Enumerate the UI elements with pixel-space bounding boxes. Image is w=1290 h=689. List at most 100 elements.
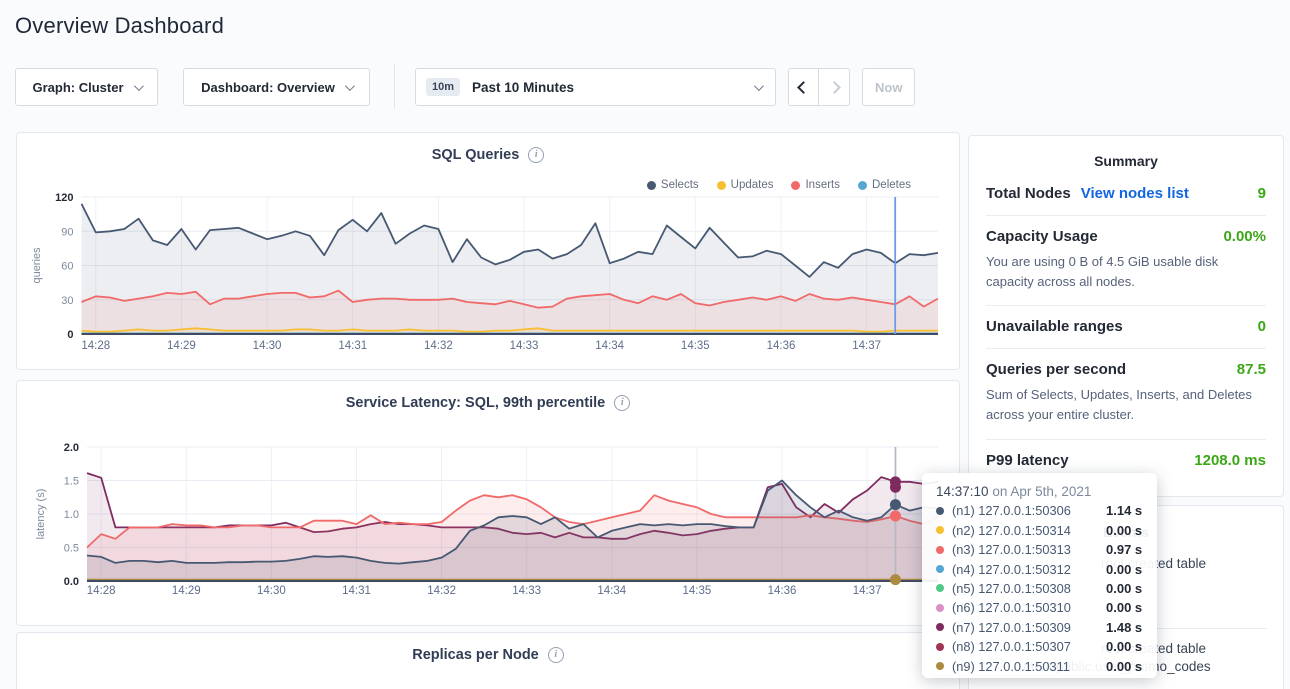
summary-row-description: Sum of Selects, Updates, Inserts, and De… [986,378,1266,425]
tooltip-node-row: (n1) 127.0.0.1:50306 1.14 s [936,503,1143,518]
tooltip-node-address: (n1) 127.0.0.1:50306 [952,503,1098,518]
svg-text:0: 0 [67,329,73,341]
graph-dropdown[interactable]: Graph: Cluster [15,68,158,106]
tooltip-node-address: (n2) 127.0.0.1:50314 [952,523,1098,538]
svg-text:14:29: 14:29 [172,585,201,597]
svg-text:14:35: 14:35 [681,340,710,352]
summary-row-value: 1208.0 ms [1194,452,1266,469]
svg-text:2.0: 2.0 [64,442,79,454]
tooltip-node-value: 1.14 s [1106,503,1142,518]
chart-hover-tooltip: 14:37:10 on Apr 5th, 2021 (n1) 127.0.0.1… [922,473,1157,678]
svg-text:14:34: 14:34 [597,585,626,597]
tooltip-node-row: (n7) 127.0.0.1:50309 1.48 s [936,620,1143,635]
svg-text:14:36: 14:36 [767,340,796,352]
series-color-dot-icon [936,565,944,573]
series-color-dot-icon [936,526,944,534]
tooltip-node-row: (n4) 127.0.0.1:50312 0.00 s [936,562,1143,577]
tooltip-node-value: 1.48 s [1106,620,1142,635]
svg-text:30: 30 [61,295,73,307]
tooltip-node-row: (n3) 127.0.0.1:50313 0.97 s [936,542,1143,557]
summary-row: Capacity Usage 0.00%You are using 0 B of … [986,216,1266,306]
tooltip-node-address: (n8) 127.0.0.1:50307 [952,639,1098,654]
sql-queries-chart[interactable]: 14:2814:2914:3014:3114:3214:3314:3414:35… [17,133,961,371]
tooltip-node-address: (n3) 127.0.0.1:50313 [952,542,1098,557]
tooltip-node-row: (n2) 127.0.0.1:503140.00 s [936,523,1143,538]
summary-row-label: Total Nodes [986,185,1071,202]
chevron-down-icon [754,81,764,91]
now-button[interactable]: Now [862,68,915,106]
tooltip-node-value: 0.00 s [1106,639,1142,654]
svg-text:0.5: 0.5 [64,543,79,555]
summary-heading: Summary [986,136,1266,173]
svg-text:14:32: 14:32 [427,585,456,597]
svg-text:14:33: 14:33 [510,340,539,352]
svg-text:14:37: 14:37 [852,340,881,352]
svg-text:14:31: 14:31 [338,340,367,352]
tooltip-node-address: (n4) 127.0.0.1:50312 [952,562,1098,577]
graph-dropdown-label: Graph: Cluster [32,80,123,95]
tooltip-node-value: 0.97 s [1106,542,1142,557]
summary-row-description: You are using 0 B of 4.5 GiB usable disk… [986,245,1266,292]
replicas-per-node-chart-title: Replicas per Node i [17,647,959,663]
summary-row-label: Queries per second [986,361,1126,378]
time-next-button[interactable] [819,68,850,106]
chevron-down-icon [345,81,355,91]
info-icon[interactable]: i [548,647,564,663]
service-latency-chart[interactable]: 14:28 14:29 14:30 14:31 14:32 14:33 14:34 14:35… [17,381,961,627]
summary-row-value: 0 [1258,318,1266,335]
dashboard-dropdown-label: Dashboard: Overview [201,80,335,95]
view-nodes-list-link[interactable]: View nodes list [1081,185,1189,202]
svg-text:120: 120 [55,192,73,204]
svg-text:14:28: 14:28 [87,585,116,597]
svg-text:0.0: 0.0 [64,576,79,588]
tooltip-node-value: 0.00 s [1106,659,1142,674]
chevron-right-icon [828,81,841,94]
tooltip-node-row: (n6) 127.0.0.1:503100.00 s [936,600,1143,615]
tooltip-node-address: (n7) 127.0.0.1:50309 [952,620,1098,635]
summary-row: Total Nodes View nodes list 9 [986,173,1266,216]
toolbar-divider [394,64,395,109]
summary-row: Unavailable ranges 0 [986,306,1266,349]
tooltip-node-row: (n8) 127.0.0.1:50307 0.00 s [936,639,1143,654]
svg-text:14:34: 14:34 [595,340,624,352]
replicas-per-node-chart-card: Replicas per Node i [16,632,960,689]
overview-dashboard-page: Overview Dashboard Graph: Cluster Dashbo… [0,0,1290,689]
tooltip-node-address: (n5) 127.0.0.1:50308 [952,581,1098,596]
tooltip-node-value: 0.00 s [1106,562,1142,577]
svg-text:14:32: 14:32 [424,340,453,352]
svg-text:14:31: 14:31 [342,585,371,597]
tooltip-node-row: (n9) 127.0.0.1:50311 0.00 s [936,659,1143,674]
dashboard-dropdown[interactable]: Dashboard: Overview [183,68,370,106]
series-color-dot-icon [936,584,944,592]
svg-text:queries: queries [31,247,43,284]
service-latency-chart-card: Service Latency: SQL, 99th percentile i … [16,380,960,626]
summary-row-label: P99 latency [986,452,1069,469]
svg-text:1.0: 1.0 [64,509,79,521]
time-pager [788,68,850,106]
summary-row: Queries per second87.5Sum of Selects, Up… [986,349,1266,439]
summary-row-label: Unavailable ranges [986,318,1123,335]
time-range-picker[interactable]: 10m Past 10 Minutes [415,68,776,106]
tooltip-node-value: 0.00 s [1106,581,1142,596]
tooltip-node-value: 0.00 s [1106,600,1142,615]
page-title: Overview Dashboard [15,13,224,39]
sql-queries-chart-card: SQL Queries i SelectsUpdatesInsertsDelet… [16,132,960,370]
summary-row-label: Capacity Usage [986,228,1098,245]
chevron-down-icon [133,81,143,91]
svg-text:14:28: 14:28 [81,340,110,352]
series-color-dot-icon [936,507,944,515]
summary-row-value: 9 [1258,185,1266,202]
series-color-dot-icon [936,604,944,612]
series-color-dot-icon [936,546,944,554]
summary-row-value: 0.00% [1223,228,1266,245]
svg-text:60: 60 [61,261,73,273]
tooltip-node-address: (n9) 127.0.0.1:50311 [952,659,1098,674]
tooltip-timestamp: 14:37:10 on Apr 5th, 2021 [936,484,1143,499]
svg-text:14:35: 14:35 [682,585,711,597]
svg-text:14:33: 14:33 [512,585,541,597]
summary-panel: Summary Total Nodes View nodes list 9 Capac… [968,135,1284,497]
time-range-badge: 10m [426,78,460,96]
svg-text:14:36: 14:36 [768,585,797,597]
svg-text:14:30: 14:30 [257,585,286,597]
time-prev-button[interactable] [788,68,819,106]
